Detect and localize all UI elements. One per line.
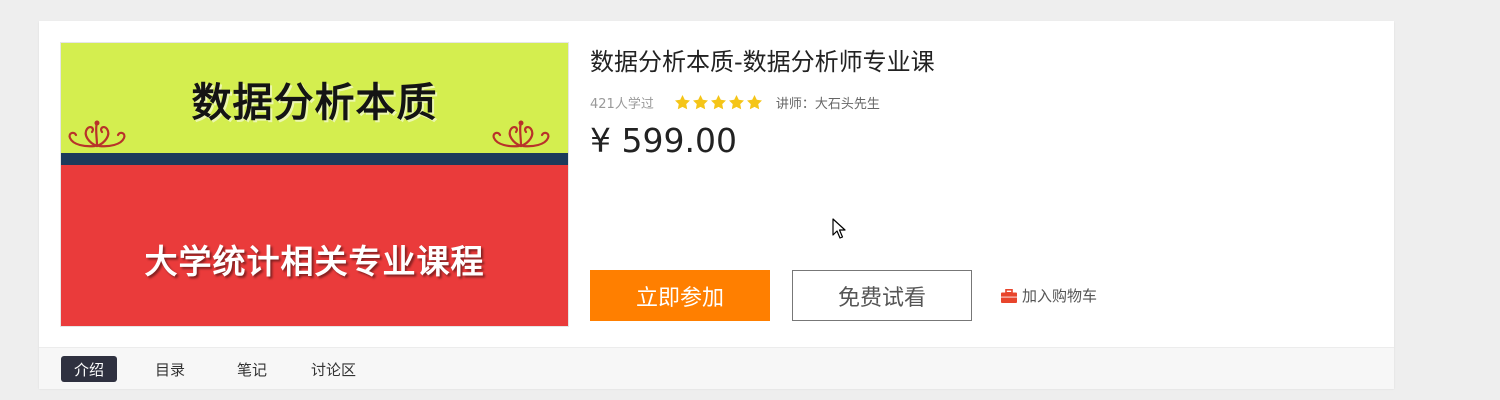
course-price: ¥ 599.00 — [590, 121, 737, 160]
course-card: 数据分析本质 大学统计相关专业课程 数据分析本质-数据分析师专业课 421人学过… — [39, 21, 1394, 389]
tab-notes[interactable]: 笔记 — [237, 356, 267, 382]
star-rating — [674, 94, 764, 111]
star-icon — [674, 95, 690, 110]
free-trial-button[interactable]: 免费试看 — [792, 270, 972, 321]
star-icon — [728, 95, 744, 110]
add-to-cart-label: 加入购物车 — [1022, 287, 1098, 305]
cover-title: 数据分析本质 — [191, 80, 438, 126]
course-cover-image[interactable]: 数据分析本质 大学统计相关专业课程 — [60, 42, 569, 327]
star-icon — [710, 95, 726, 110]
course-title: 数据分析本质-数据分析师专业课 — [590, 48, 935, 76]
tab-catalog[interactable]: 目录 — [155, 356, 185, 382]
add-to-cart-link[interactable]: 加入购物车 — [1001, 285, 1097, 306]
learner-count: 421人学过 — [590, 97, 654, 112]
course-meta: 421人学过 讲师：大石头先生 — [590, 93, 880, 112]
teacher-name[interactable]: 讲师：大石头先生 — [776, 93, 880, 112]
mouse-pointer-icon — [832, 218, 846, 239]
star-icon — [692, 95, 708, 110]
cover-subtitle: 大学统计相关专业课程 — [144, 242, 485, 281]
cover-divider-band — [61, 153, 568, 165]
briefcase-cart-icon — [1001, 288, 1017, 303]
tab-discussion[interactable]: 讨论区 — [311, 356, 356, 382]
tab-intro[interactable]: 介绍 — [61, 356, 117, 382]
course-tabs: 介绍 目录 笔记 讨论区 — [39, 347, 1394, 389]
join-now-button[interactable]: 立即参加 — [590, 270, 770, 321]
star-icon — [746, 95, 762, 110]
